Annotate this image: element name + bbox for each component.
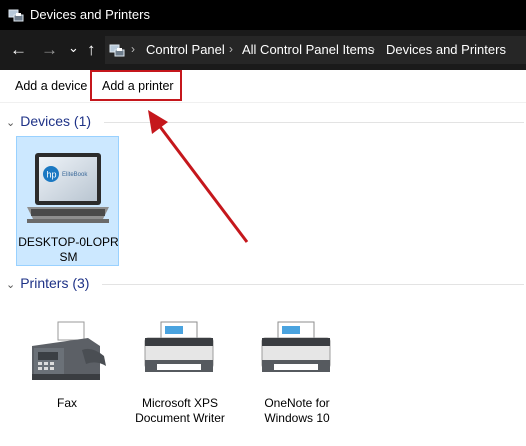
- printer-name-line1: Microsoft XPS: [141, 396, 219, 410]
- devices-printers-icon: [8, 9, 24, 22]
- devices-group-header[interactable]: ⌄ Devices (1): [6, 113, 91, 129]
- device-name-line2: SM: [59, 250, 78, 264]
- back-button[interactable]: ←: [10, 41, 27, 58]
- group-divider: [104, 122, 524, 123]
- breadcrumb-devices-and-printers[interactable]: Devices and Printers: [386, 42, 506, 57]
- device-name: DESKTOP-0LOPR SM: [17, 235, 120, 265]
- laptop-icon: hp EliteBook: [27, 153, 109, 223]
- devices-group-title: Devices (1): [20, 113, 92, 129]
- forward-button[interactable]: →: [41, 41, 58, 58]
- command-bar: Add a device Add a printer: [0, 70, 526, 103]
- printer-name-line2: Windows 10: [264, 411, 330, 425]
- chevron-down-icon: ⌄: [6, 117, 16, 129]
- printer-icon: [144, 321, 214, 372]
- fax-icon: [32, 321, 106, 380]
- devices-printers-icon: [109, 44, 125, 57]
- printer-name-line2: Document Writer: [135, 411, 225, 425]
- printers-group-title: Printers (3): [20, 275, 90, 291]
- breadcrumb-control-panel[interactable]: Control Panel: [146, 42, 225, 57]
- printers-group-header[interactable]: ⌄ Printers (3): [6, 275, 89, 291]
- printer-item-onenote[interactable]: OneNote for Windows 10: [242, 310, 352, 430]
- up-button[interactable]: ↑: [87, 41, 96, 58]
- device-item[interactable]: hp EliteBook DESKTOP-0LOPR SM: [16, 136, 119, 266]
- window-title: Devices and Printers: [30, 7, 150, 22]
- add-device-button[interactable]: Add a device: [15, 79, 87, 93]
- printer-icon: [261, 321, 331, 372]
- device-name-line1: DESKTOP-0LOPR: [18, 235, 119, 249]
- breadcrumb-separator: ›: [371, 42, 375, 56]
- printer-name-line1: Fax: [56, 396, 77, 410]
- chevron-down-icon: ⌄: [6, 279, 16, 291]
- printer-name-line1: OneNote for: [264, 396, 330, 410]
- printer-name: Fax: [12, 396, 122, 411]
- printer-item-fax[interactable]: Fax: [12, 310, 122, 430]
- recent-locations-dropdown[interactable]: ⌄: [68, 39, 79, 56]
- breadcrumb[interactable]: › Control Panel › All Control Panel Item…: [105, 36, 526, 64]
- brand-logo-text: hp: [47, 170, 57, 180]
- breadcrumb-all-control-panel-items[interactable]: All Control Panel Items: [242, 42, 374, 57]
- printer-item-xps[interactable]: Microsoft XPS Document Writer: [125, 310, 235, 430]
- model-text: EliteBook: [62, 172, 88, 178]
- breadcrumb-separator: ›: [131, 42, 135, 56]
- printer-name: OneNote for Windows 10: [242, 396, 352, 426]
- printer-name: Microsoft XPS Document Writer: [125, 396, 235, 426]
- highlight-box: [90, 70, 182, 101]
- group-divider: [102, 284, 524, 285]
- address-bar: ← → ⌄ ↑ › Control Panel › All Control Pa…: [0, 30, 526, 70]
- title-bar: Devices and Printers: [0, 0, 526, 30]
- breadcrumb-separator: ›: [229, 42, 233, 56]
